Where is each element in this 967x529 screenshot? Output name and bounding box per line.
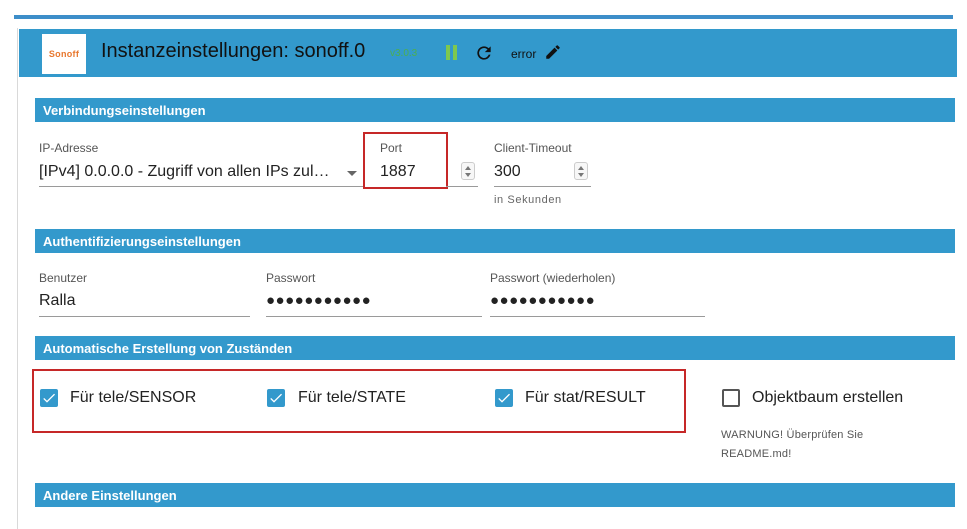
section-other: Andere Einstellungen — [35, 483, 955, 507]
port-input[interactable]: 1887 — [380, 163, 416, 181]
pencil-icon[interactable] — [544, 43, 562, 61]
user-label: Benutzer — [39, 271, 88, 285]
page-title: Instanzeinstellungen: sonoff.0 — [101, 40, 366, 62]
checkbox-tele-sensor[interactable] — [40, 389, 58, 407]
section-auto-states: Automatische Erstellung von Zuständen — [35, 336, 955, 360]
dialog-header: Sonoff Instanzeinstellungen: sonoff.0 v3… — [19, 29, 957, 77]
section-title: Andere Einstellungen — [43, 488, 177, 503]
logo-text: Sonoff — [48, 49, 80, 59]
timeout-input[interactable]: 300 — [494, 163, 521, 181]
port-label: Port — [380, 141, 403, 155]
ip-select[interactable]: [IPv4] 0.0.0.0 - Zugriff von allen IPs z… — [39, 163, 330, 181]
chevron-down-icon[interactable] — [347, 171, 357, 176]
section-connection: Verbindungseinstellungen — [35, 98, 955, 122]
password-repeat-label: Passwort (wiederholen) — [490, 271, 616, 285]
user-underline — [39, 316, 250, 317]
timeout-stepper[interactable] — [574, 162, 588, 180]
password-label: Passwort — [266, 271, 316, 285]
checkbox-stat-result[interactable] — [495, 389, 513, 407]
user-input[interactable]: Ralla — [39, 292, 75, 310]
status-text: error — [511, 47, 537, 61]
password-input[interactable]: ●●●●●●●●●●● — [266, 292, 371, 309]
timeout-label: Client-Timeout — [494, 141, 572, 155]
checkbox-label-stat-result[interactable]: Für stat/RESULT — [525, 389, 646, 407]
timeout-helper: in Sekunden — [494, 194, 562, 206]
checkbox-label-tele-sensor[interactable]: Für tele/SENSOR — [70, 389, 196, 407]
pause-icon[interactable] — [445, 45, 459, 61]
version-badge: v3.0.3 — [390, 48, 418, 59]
ip-label: IP-Adresse — [39, 141, 99, 155]
password-underline — [266, 316, 482, 317]
checkbox-label-tele-state[interactable]: Für tele/STATE — [298, 389, 406, 407]
section-title: Verbindungseinstellungen — [43, 103, 206, 118]
timeout-underline — [494, 186, 591, 187]
section-auth: Authentifizierungseinstellungen — [35, 229, 955, 253]
sonoff-logo: Sonoff — [42, 34, 86, 74]
refresh-icon[interactable] — [474, 43, 494, 63]
checkbox-label-object-tree[interactable]: Objektbaum erstellen — [752, 389, 903, 407]
warning-text: WARNUNG! Überprüfen Sie README.md! — [721, 429, 864, 460]
password-repeat-underline — [490, 316, 705, 317]
ip-underline — [39, 186, 363, 187]
top-accent-line — [14, 15, 953, 19]
section-title: Authentifizierungseinstellungen — [43, 234, 241, 249]
section-title: Automatische Erstellung von Zuständen — [43, 341, 293, 356]
checkbox-tele-state[interactable] — [267, 389, 285, 407]
port-underline — [446, 186, 478, 187]
password-repeat-input[interactable]: ●●●●●●●●●●● — [490, 292, 595, 309]
checkbox-object-tree[interactable] — [722, 389, 740, 407]
port-stepper[interactable] — [461, 162, 475, 180]
